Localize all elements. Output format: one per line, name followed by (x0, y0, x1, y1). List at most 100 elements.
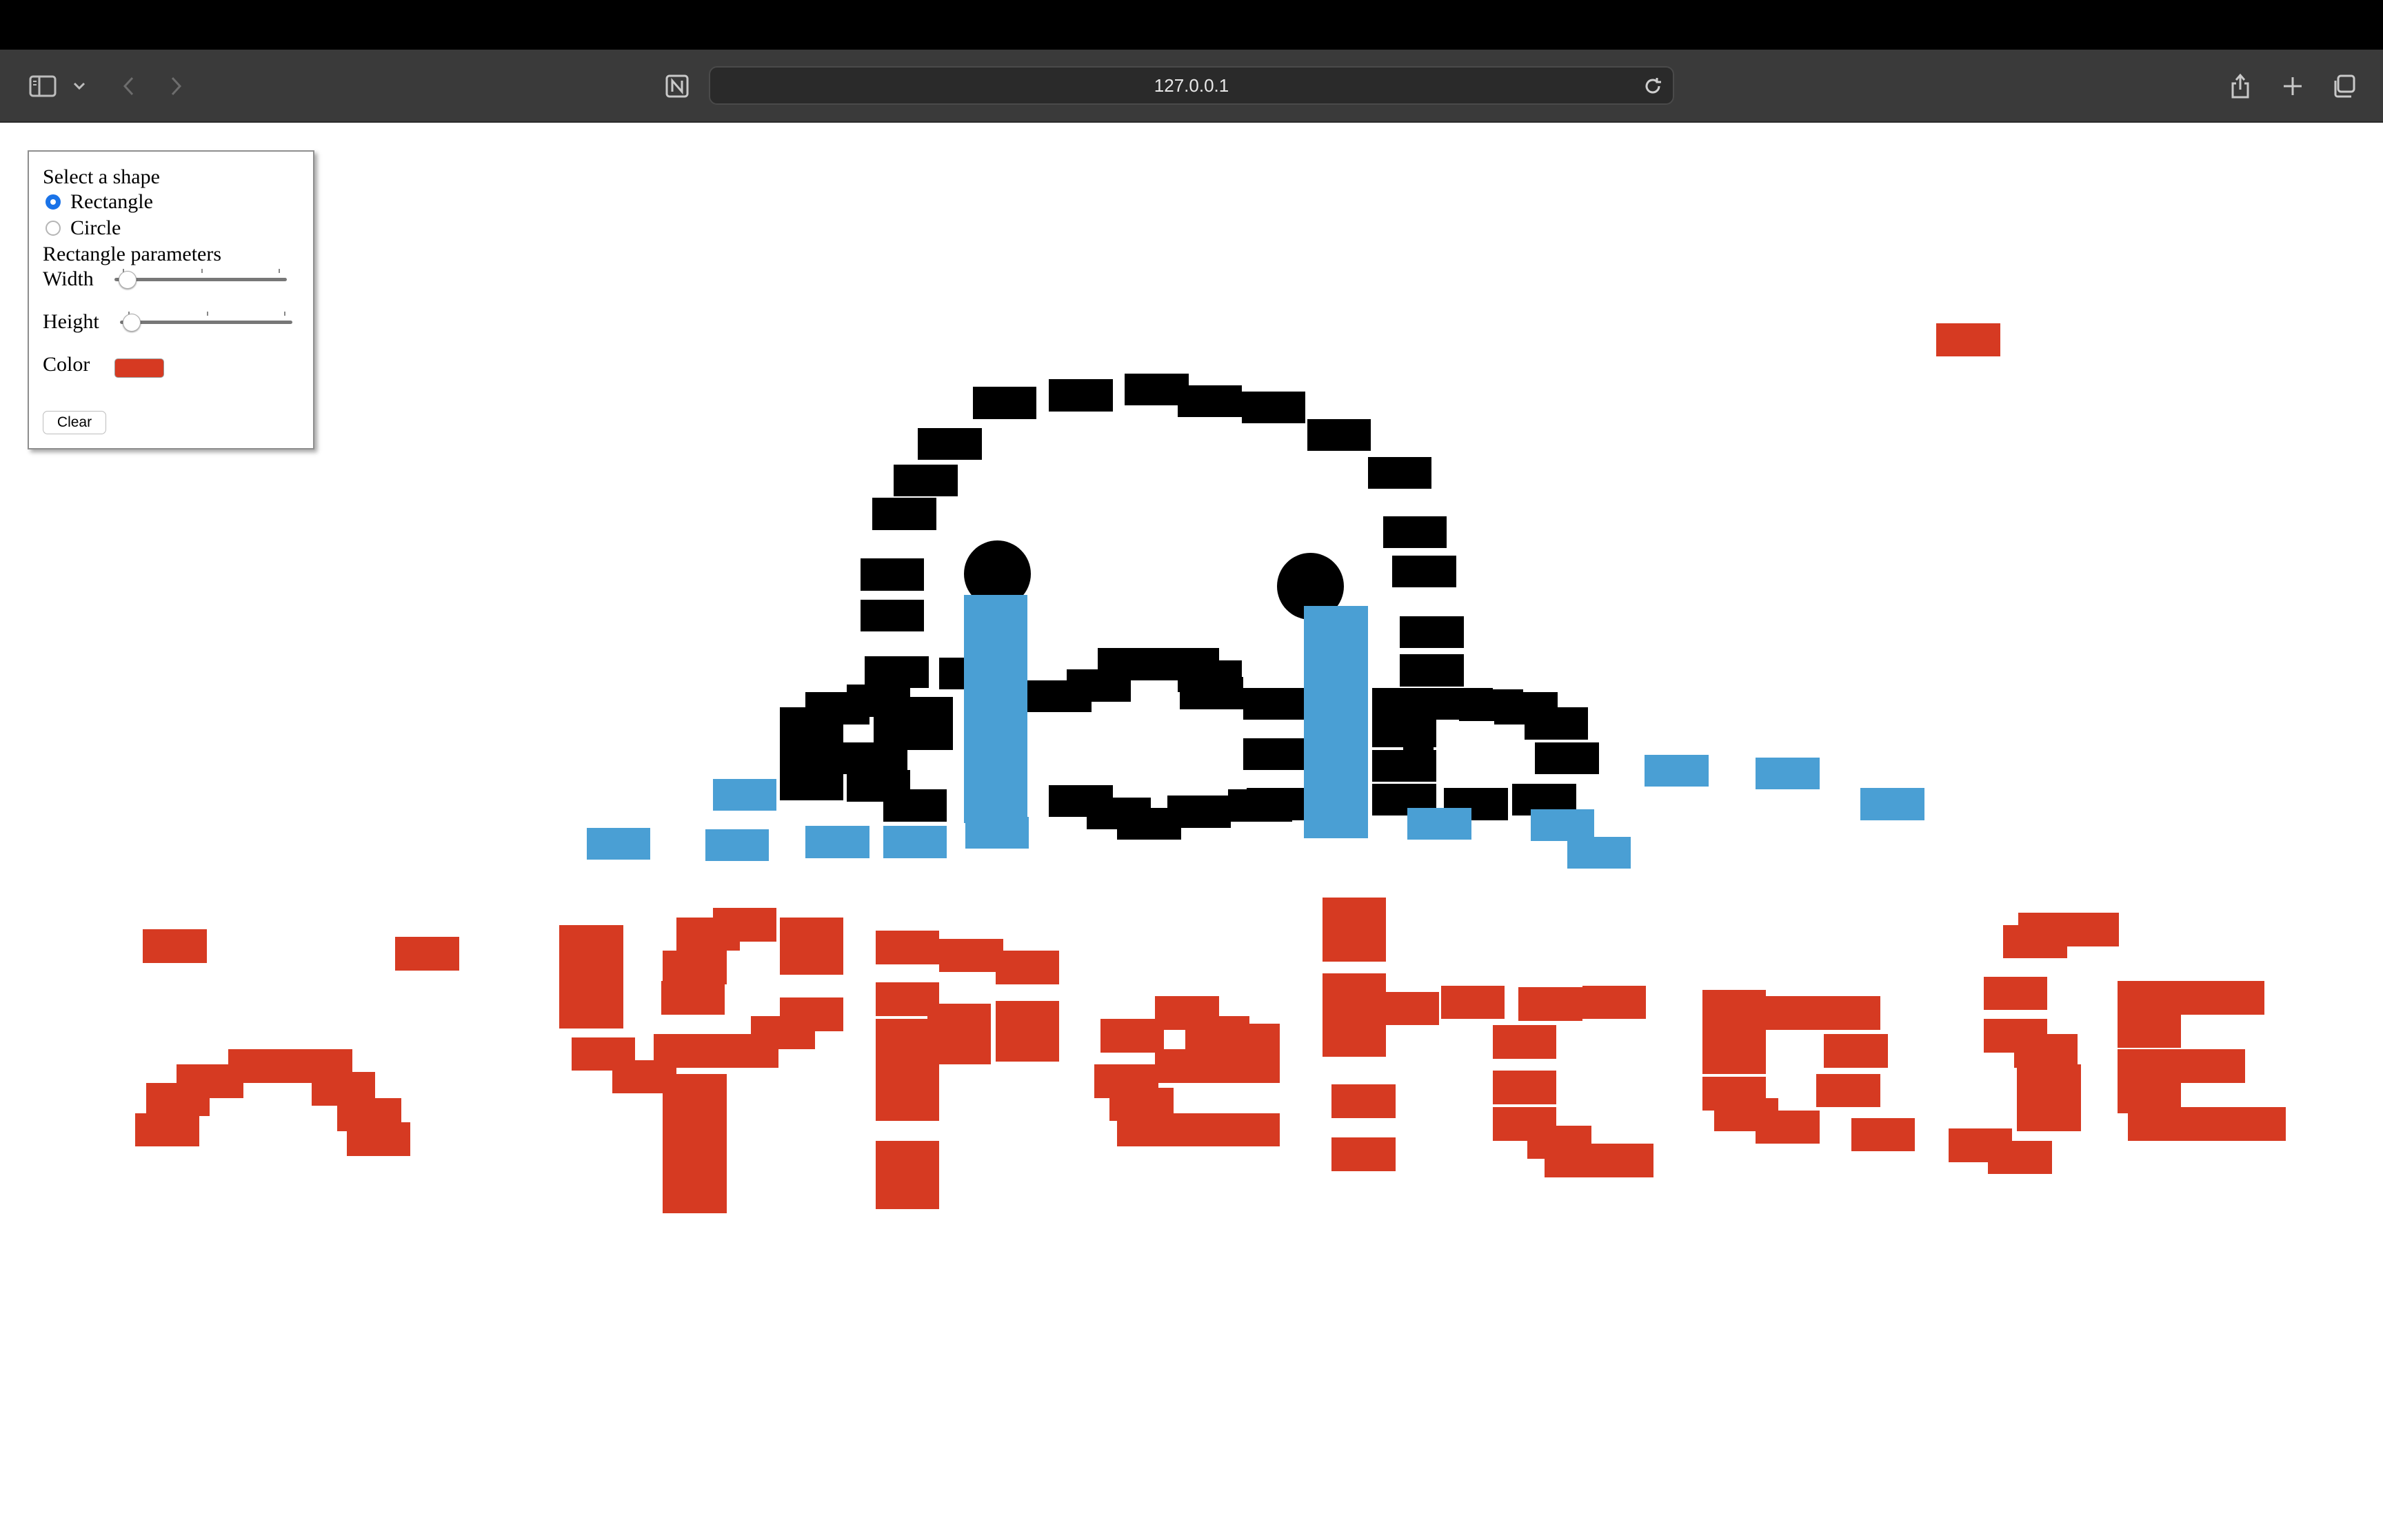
red-rectangle (2013, 1034, 2078, 1068)
red-rectangle (2181, 1049, 2245, 1083)
black-rectangle (779, 738, 844, 770)
black-rectangle (1400, 654, 1464, 687)
black-rectangle (1367, 456, 1432, 489)
red-rectangle (135, 1113, 199, 1147)
red-rectangle (927, 1004, 992, 1065)
red-rectangle (1492, 1025, 1557, 1059)
red-rectangle (1216, 1049, 1280, 1083)
browser-toolbar: 127.0.0.1 (0, 50, 2383, 123)
red-rectangle (1824, 1034, 1888, 1068)
red-rectangle (395, 937, 459, 971)
black-rectangle (865, 656, 929, 688)
red-rectangle (1816, 1073, 1880, 1108)
black-rectangle (779, 768, 844, 800)
color-picker[interactable] (114, 358, 164, 378)
blue-rectangle (805, 826, 869, 858)
black-rectangle (883, 789, 947, 822)
black-rectangle (1402, 735, 1434, 769)
red-rectangle (1518, 987, 1582, 1021)
red-rectangle (1851, 1117, 1916, 1152)
red-rectangle (1589, 1144, 1654, 1177)
black-rectangle (894, 464, 958, 497)
blue-rectangle (883, 826, 947, 858)
red-rectangle (143, 929, 207, 963)
red-rectangle (1755, 1110, 1820, 1144)
red-rectangle (1216, 1113, 1280, 1147)
notion-extension-icon[interactable] (661, 50, 694, 123)
red-rectangle (1492, 1071, 1557, 1104)
panel-title: Select a shape (43, 165, 160, 188)
black-rectangle (972, 387, 1037, 419)
blue-rectangle (1645, 754, 1709, 787)
black-rectangle (1392, 556, 1456, 588)
red-rectangle (2117, 981, 2182, 1015)
red-rectangle (2055, 913, 2119, 946)
red-rectangle (939, 938, 1003, 972)
red-rectangle (875, 1140, 940, 1209)
black-rectangle (846, 685, 911, 717)
red-rectangle (779, 917, 844, 975)
red-rectangle (2017, 1064, 2081, 1098)
red-rectangle (995, 951, 1060, 984)
black-rectangle (860, 599, 925, 632)
red-rectangle (2128, 1107, 2192, 1141)
drawing-canvas[interactable] (0, 124, 2383, 1540)
height-slider[interactable] (120, 312, 292, 332)
black-rectangle (1382, 516, 1447, 548)
red-rectangle (653, 1034, 718, 1068)
clear-button[interactable]: Clear (43, 411, 106, 434)
back-arrow-icon[interactable] (114, 50, 142, 123)
new-tab-icon[interactable] (2277, 50, 2309, 123)
rectangle-radio[interactable] (46, 194, 61, 210)
red-rectangle (2117, 1049, 2182, 1083)
red-rectangle (663, 1073, 727, 1214)
black-rectangle (872, 498, 936, 530)
red-rectangle (1331, 1084, 1396, 1118)
red-rectangle (1816, 996, 1880, 1030)
black-rectangle (907, 697, 954, 751)
blue-rectangle (705, 829, 770, 862)
red-rectangle (1702, 990, 1767, 1074)
reload-icon[interactable] (1642, 76, 1663, 100)
black-rectangle (1241, 391, 1306, 424)
black-rectangle (1535, 742, 1599, 775)
tab-overview-icon[interactable] (2328, 50, 2360, 123)
blue-rectangle (1860, 788, 1924, 820)
red-rectangle (779, 997, 844, 1031)
blue-rectangle (712, 779, 777, 811)
blue-rectangle (586, 827, 651, 860)
share-icon[interactable] (2224, 50, 2256, 123)
red-rectangle (2200, 981, 2265, 1015)
red-rectangle (2117, 1014, 2182, 1048)
red-rectangle (1936, 323, 2000, 357)
height-label: Height (43, 310, 99, 333)
screen-top-strip (0, 0, 2383, 50)
black-rectangle (779, 707, 844, 740)
circle-option-label: Circle (70, 216, 121, 239)
blue-rectangle (963, 595, 1028, 823)
red-rectangle (1331, 1137, 1396, 1171)
black-rectangle (1246, 788, 1311, 820)
black-rectangle (1048, 379, 1113, 412)
color-label: Color (43, 353, 90, 376)
circle-radio[interactable] (46, 221, 61, 236)
black-rectangle (1524, 707, 1589, 740)
blue-rectangle (1304, 605, 1368, 838)
red-rectangle (1582, 985, 1647, 1020)
red-rectangle (346, 1122, 411, 1156)
red-rectangle (1988, 1140, 2052, 1175)
width-slider[interactable] (114, 269, 287, 290)
black-rectangle (1097, 648, 1162, 680)
address-bar[interactable]: 127.0.0.1 (709, 66, 1674, 105)
red-rectangle (559, 924, 623, 1029)
url-text: 127.0.0.1 (1154, 74, 1229, 96)
params-heading: Rectangle parameters (43, 243, 222, 265)
black-rectangle (918, 427, 982, 460)
sidebar-toggle-icon[interactable] (25, 50, 61, 123)
red-rectangle (1983, 976, 2048, 1011)
rectangle-option-label: Rectangle (70, 190, 153, 213)
forward-arrow-icon[interactable] (163, 50, 190, 123)
chevron-down-icon[interactable] (68, 50, 91, 123)
blue-rectangle (1755, 758, 1820, 790)
blue-rectangle (965, 817, 1029, 849)
